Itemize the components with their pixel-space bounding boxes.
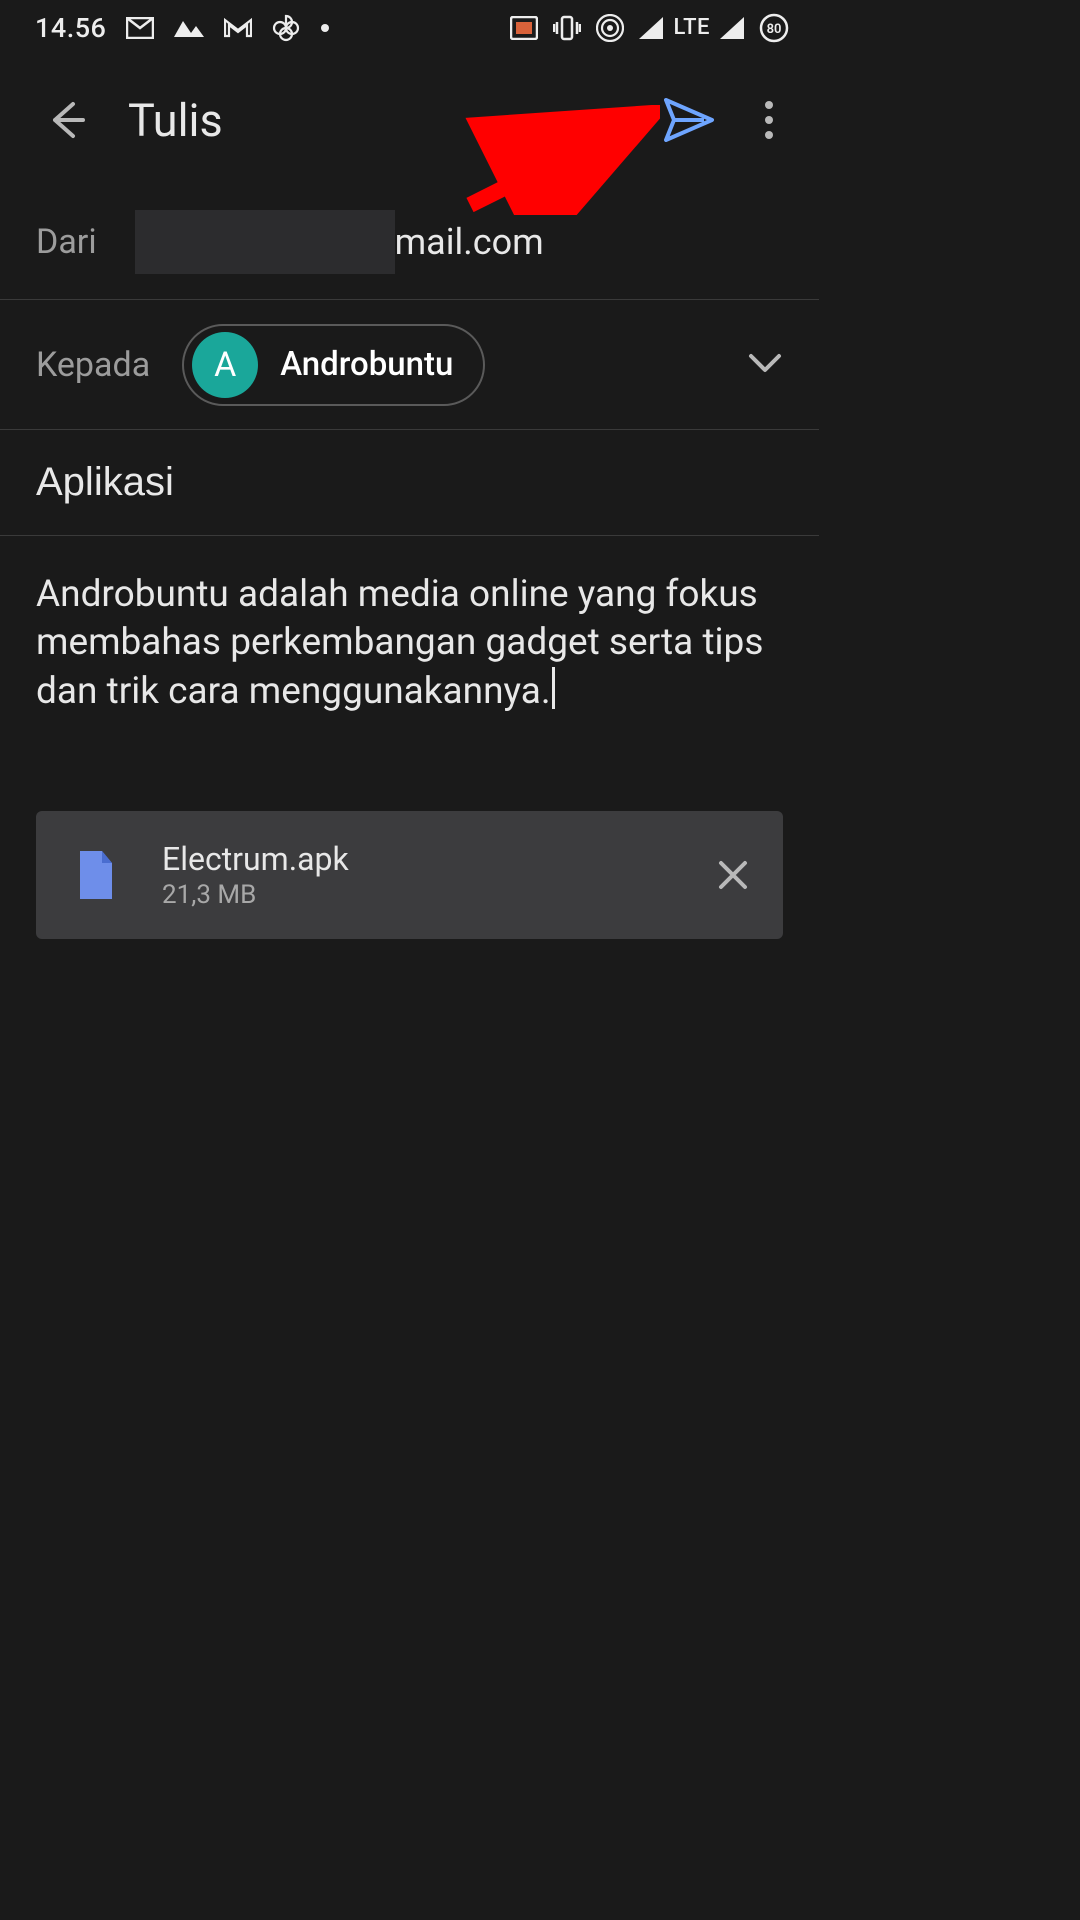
body-area[interactable]: Androbuntu adalah media online yang foku… bbox=[0, 536, 819, 716]
photos-icon bbox=[174, 17, 204, 39]
attach-button[interactable] bbox=[569, 80, 649, 160]
text-cursor bbox=[552, 667, 555, 709]
signal2-icon bbox=[720, 17, 744, 39]
gmail-icon bbox=[224, 17, 252, 39]
back-button[interactable] bbox=[35, 90, 95, 150]
pinwheel-icon bbox=[272, 14, 300, 42]
from-row[interactable]: Dari mail.com bbox=[0, 185, 819, 300]
from-label: Dari bbox=[36, 222, 97, 262]
status-right: LTE 80 bbox=[510, 13, 789, 43]
recipient-name: Androbuntu bbox=[280, 345, 453, 384]
status-bar: 14.56 LTE bbox=[0, 0, 819, 55]
recipient-chip[interactable]: A Androbuntu bbox=[182, 324, 485, 406]
expand-recipients-button[interactable] bbox=[747, 352, 783, 378]
from-value: mail.com bbox=[135, 210, 544, 274]
redacted-email bbox=[135, 210, 395, 274]
page-title: Tulis bbox=[128, 94, 569, 147]
attachment-name: Electrum.apk bbox=[162, 840, 703, 878]
send-button[interactable] bbox=[649, 80, 729, 160]
attachment-info: Electrum.apk 21,3 MB bbox=[162, 840, 703, 910]
to-row[interactable]: Kepada A Androbuntu bbox=[0, 300, 819, 430]
to-label: Kepada bbox=[36, 345, 150, 385]
network-type: LTE bbox=[673, 15, 710, 40]
app-bar: Tulis bbox=[0, 55, 819, 185]
attachment-card[interactable]: Electrum.apk 21,3 MB bbox=[36, 811, 783, 939]
body-text[interactable]: Androbuntu adalah media online yang foku… bbox=[36, 571, 783, 716]
battery-icon: 80 bbox=[759, 13, 789, 43]
body-text-content: Androbuntu adalah media online yang foku… bbox=[36, 573, 763, 713]
remove-attachment-button[interactable] bbox=[703, 845, 763, 905]
vibrate-icon bbox=[553, 15, 581, 41]
svg-text:80: 80 bbox=[767, 22, 782, 37]
mail-icon bbox=[126, 17, 154, 39]
dot-icon bbox=[320, 23, 330, 33]
cast-icon bbox=[510, 16, 538, 40]
subject-row[interactable] bbox=[0, 430, 819, 536]
file-icon bbox=[66, 845, 126, 905]
more-button[interactable] bbox=[729, 80, 809, 160]
clock: 14.56 bbox=[35, 12, 106, 44]
attachment-size: 21,3 MB bbox=[162, 880, 703, 910]
hotspot-icon bbox=[596, 14, 624, 42]
from-tail: mail.com bbox=[395, 221, 544, 263]
subject-input[interactable] bbox=[36, 460, 783, 505]
avatar: A bbox=[192, 332, 258, 398]
signal-icon bbox=[639, 17, 663, 39]
status-left: 14.56 bbox=[35, 12, 330, 44]
